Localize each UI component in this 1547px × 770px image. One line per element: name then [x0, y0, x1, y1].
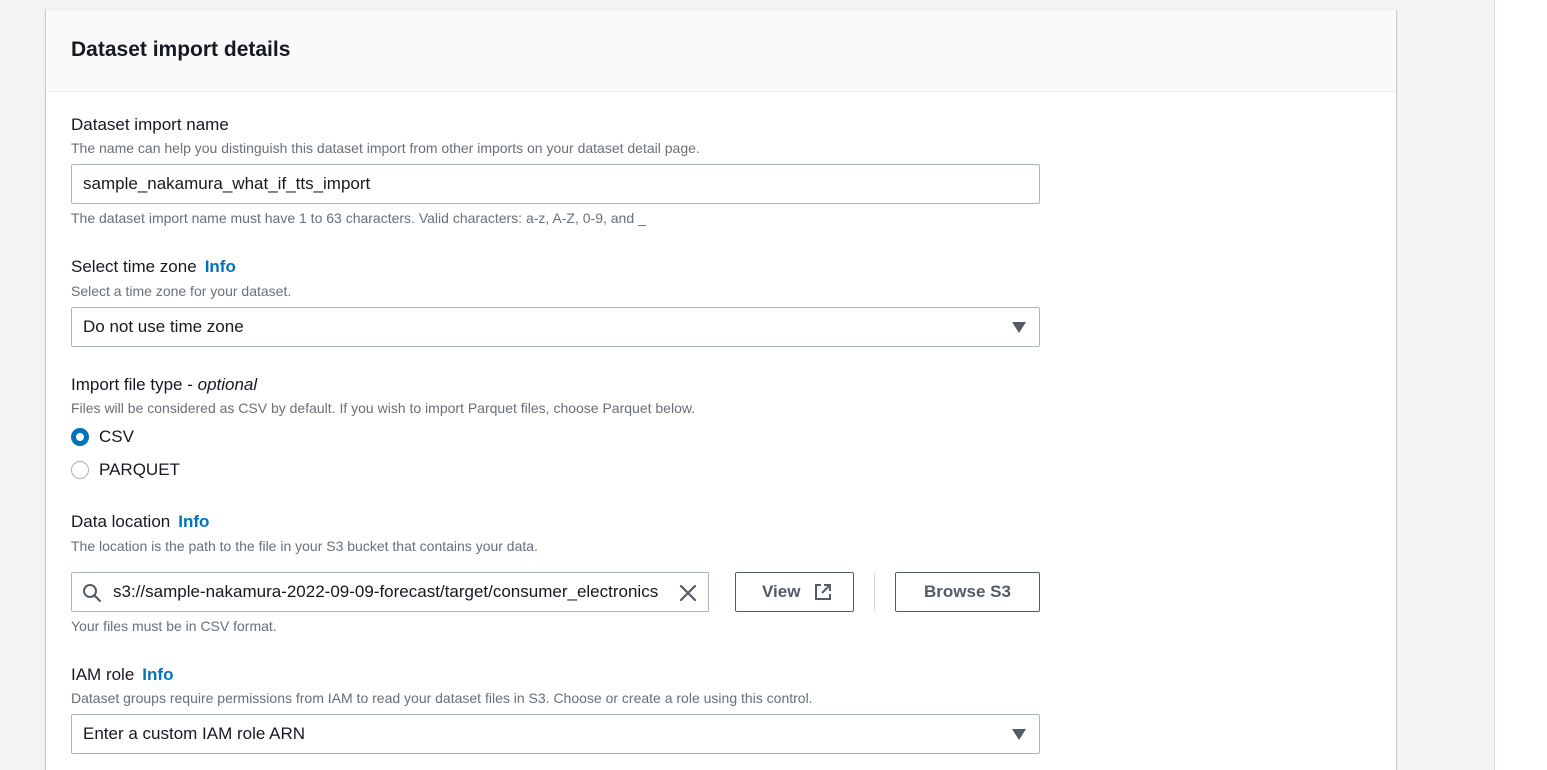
s3-path-input[interactable]: s3://sample-nakamura-2022-09-09-forecast… [71, 572, 709, 612]
time-zone-select[interactable]: Do not use time zone [71, 307, 1040, 347]
right-side-rail [1494, 0, 1547, 770]
import-name-description: The name can help you distinguish this d… [71, 140, 700, 156]
iam-role-label-text: IAM role [71, 665, 135, 684]
import-name-input[interactable] [71, 164, 1040, 204]
s3-path-value: s3://sample-nakamura-2022-09-09-forecast… [113, 582, 659, 601]
clear-icon[interactable] [678, 583, 698, 603]
search-icon [83, 584, 102, 603]
file-type-description: Files will be considered as CSV by defau… [71, 400, 696, 416]
panel-title: Dataset import details [71, 38, 291, 61]
parquet-radio-label: PARQUET [99, 460, 180, 479]
time-zone-description: Select a time zone for your dataset. [71, 283, 292, 299]
browse-s3-button[interactable]: Browse S3 [895, 572, 1040, 612]
data-location-hint: Your files must be in CSV format. [71, 618, 277, 634]
import-name-constraint: The dataset import name must have 1 to 6… [71, 210, 646, 226]
time-zone-selected-value: Do not use time zone [83, 317, 244, 336]
file-type-optional-dash: - [182, 375, 198, 394]
data-location-description: The location is the path to the file in … [71, 538, 538, 554]
data-location-info-link[interactable]: Info [178, 512, 209, 531]
file-type-optional-text: optional [197, 375, 258, 394]
iam-role-label: IAM role Info [71, 665, 173, 685]
data-location-label-text: Data location [71, 512, 171, 531]
browse-s3-button-label: Browse S3 [924, 582, 1011, 601]
view-button[interactable]: View [735, 572, 854, 612]
time-zone-label-text: Select time zone [71, 257, 197, 276]
caret-down-icon [1012, 322, 1026, 333]
time-zone-info-link[interactable]: Info [205, 257, 236, 276]
iam-role-info-link[interactable]: Info [142, 665, 173, 684]
csv-radio[interactable] [71, 428, 89, 446]
button-divider [874, 573, 875, 611]
file-type-label-text: Import file type [71, 375, 183, 394]
time-zone-label: Select time zone Info [71, 257, 236, 277]
file-type-label: Import file type - optional [71, 375, 257, 395]
caret-down-icon [1012, 729, 1026, 740]
parquet-radio[interactable] [71, 461, 89, 479]
iam-role-select[interactable]: Enter a custom IAM role ARN [71, 714, 1040, 754]
external-link-icon [815, 584, 831, 600]
iam-role-description: Dataset groups require permissions from … [71, 690, 813, 706]
view-button-label: View [762, 582, 801, 601]
dataset-import-details-panel: Dataset import details Dataset import na… [46, 9, 1396, 770]
csv-radio-label: CSV [99, 427, 134, 446]
import-name-label: Dataset import name [71, 115, 229, 134]
data-location-label: Data location Info [71, 512, 209, 532]
panel-header: Dataset import details [46, 10, 1396, 92]
page: Dataset import details Dataset import na… [0, 0, 1547, 770]
iam-role-selected-value: Enter a custom IAM role ARN [83, 724, 306, 743]
